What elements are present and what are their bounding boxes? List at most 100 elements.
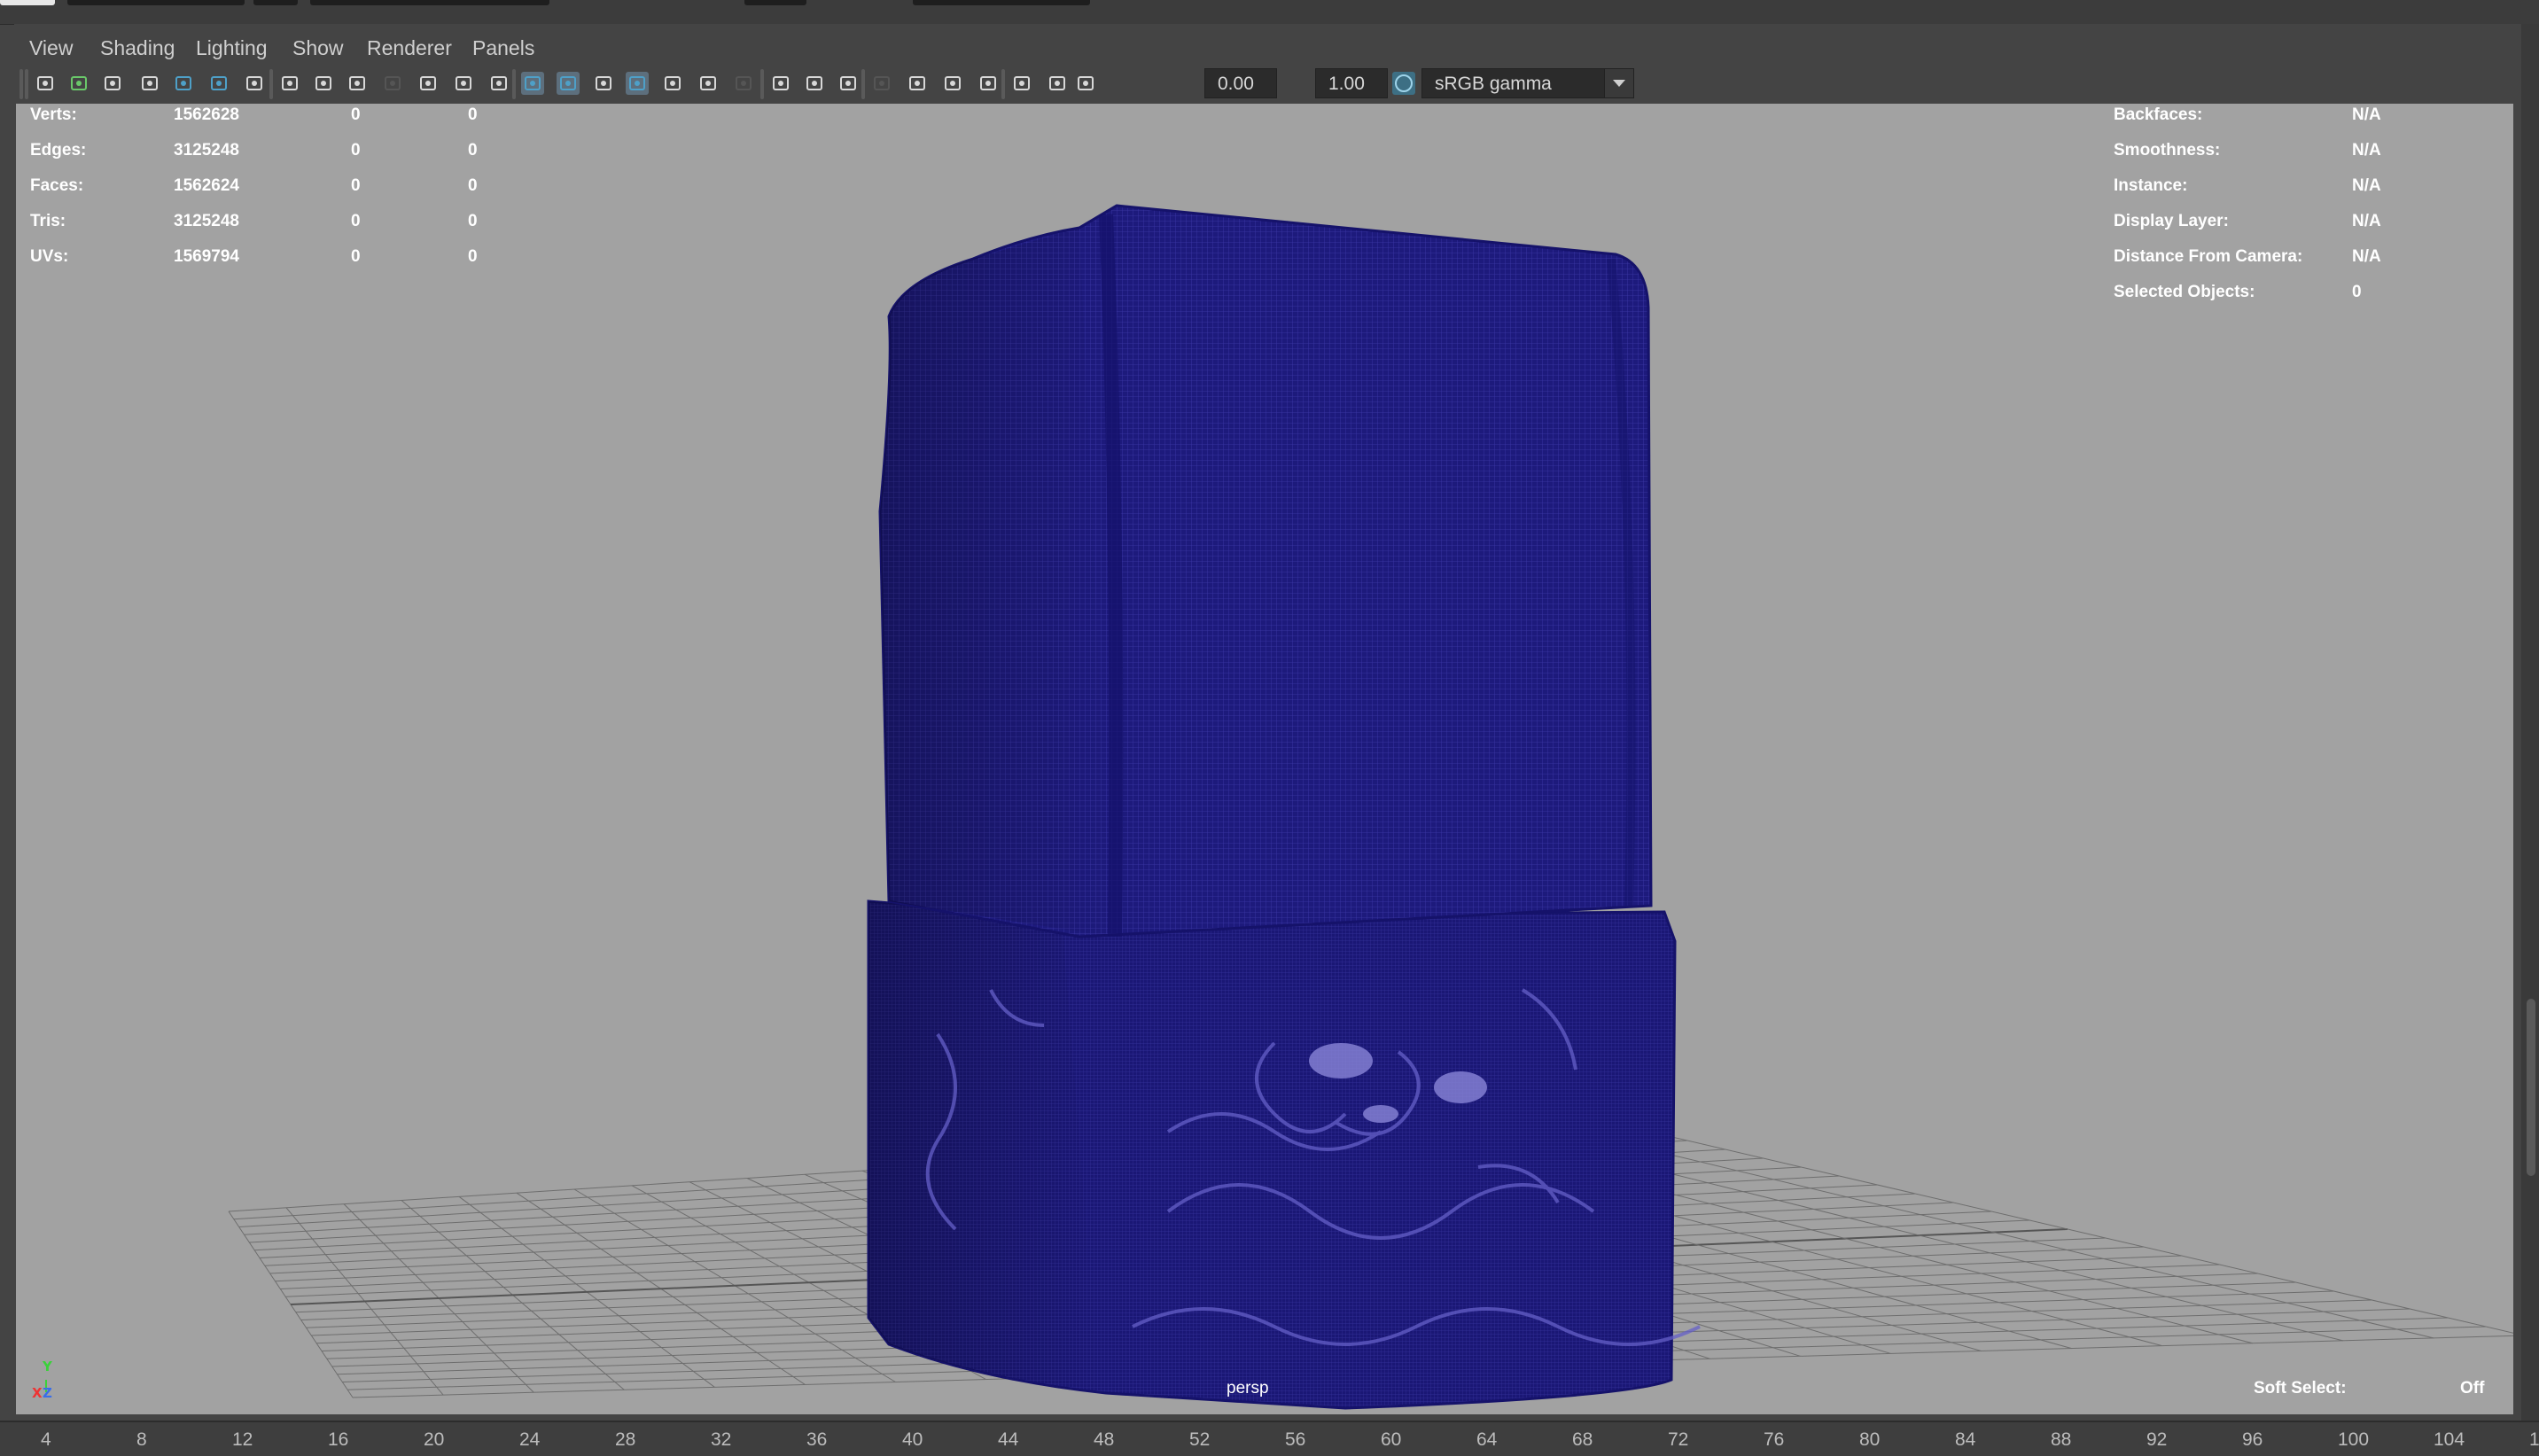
menu-lighting[interactable]: Lighting [196,36,268,60]
lights-icon[interactable] [697,72,720,95]
hud-stat-total: 1569794 [174,247,239,266]
soft-select-value: Off [2460,1379,2485,1398]
hud-stat-triangles: 0 [468,247,478,266]
hud-stat-triangles: 0 [468,141,478,160]
panel-toolbar: 0.00 1.00 sRGB gamma [14,64,2522,105]
grid-line [1553,1125,2434,1339]
timeline-tick-label: 64 [1476,1429,1498,1450]
gate-mask-icon[interactable] [381,72,404,95]
image-plane-icon[interactable] [172,72,195,95]
colorspace-dropdown[interactable]: sRGB gamma [1421,68,1625,98]
antialiasing-icon[interactable] [837,72,860,95]
smooth-shade-icon[interactable] [557,72,580,95]
hud-stat-selected: 0 [351,212,361,230]
gamma-field[interactable]: 1.00 [1315,68,1388,98]
hud-stat-selected: 0 [351,141,361,160]
backface-culling-icon[interactable] [1010,72,1033,95]
menu-view[interactable]: View [29,36,73,60]
timeline-tick-label: 20 [424,1429,445,1450]
status-field[interactable] [253,0,298,5]
hud-info-value: N/A [2352,105,2381,124]
hud-stat-selected: 0 [351,247,361,266]
hud-stat-selected: 0 [351,105,361,124]
right-scrollbar[interactable] [2521,24,2539,1424]
status-field[interactable] [913,0,1090,5]
hud-info-value: N/A [2352,176,2381,195]
shadows-icon[interactable] [732,72,755,95]
menu-panels[interactable]: Panels [472,36,534,60]
xray-joints-icon[interactable] [941,72,964,95]
status-field[interactable] [67,0,245,5]
status-field[interactable] [310,0,549,5]
lock-camera-icon[interactable] [67,72,90,95]
viewport-persp[interactable]: Verts: 1562628 0 0 Edges: 3125248 0 0 Faces: 1562… [16,104,2513,1414]
menu-show[interactable]: Show [292,36,344,60]
camera-icon[interactable] [34,72,57,95]
camera-attributes-icon[interactable] [101,72,124,95]
hud-info-label: Backfaces: [2114,105,2203,124]
menu-renderer[interactable]: Renderer [367,36,452,60]
hud-info-label: Instance: [2114,176,2188,195]
mesh-object[interactable] [867,204,1701,1410]
grid-icon[interactable] [278,72,301,95]
xray-active-icon[interactable] [977,72,1000,95]
status-field[interactable] [744,0,806,5]
axis-y-label: Y [43,1359,52,1374]
status-field[interactable] [0,0,55,5]
hud-info-value: 0 [2352,283,2362,301]
hud-stat-label: UVs: [30,247,69,266]
grease-pencil-icon[interactable] [243,72,266,95]
film-gate-icon[interactable] [312,72,335,95]
hud-info-value: N/A [2352,247,2381,266]
menu-shading[interactable]: Shading [100,36,175,60]
wireframe-on-shaded-icon[interactable] [592,72,615,95]
hud-stat-triangles: 0 [468,212,478,230]
safe-action-icon[interactable] [452,72,475,95]
timeline-tick-label: 28 [615,1429,636,1450]
dropdown-arrow-icon[interactable] [1604,68,1634,98]
camera-name-label: persp [1227,1379,1269,1398]
timeline-tick-label: 16 [328,1429,349,1450]
hud-info-label: Distance From Camera: [2114,247,2303,266]
isolate-select-icon[interactable] [906,72,929,95]
axis-z-label: Z [43,1385,52,1401]
timeline-tick-label: 4 [41,1429,51,1450]
gamma-icon[interactable] [1074,72,1097,95]
xray-icon[interactable] [661,72,684,95]
time-slider[interactable]: 4 8 12 16 20 24 28 32 36 40 44 48 52 56 60 64 68 72 76 80 84… [0,1421,2539,1456]
toolbar-separator [760,69,764,99]
motion-blur-icon[interactable] [803,72,826,95]
toolbar-separator [269,69,273,99]
exposure-field[interactable]: 0.00 [1204,68,1277,98]
toolbar-separator [25,69,28,99]
2d-pan-zoom-icon[interactable] [207,72,230,95]
view-axis-gizmo: Y X Z [30,1353,83,1406]
toolbar-separator [512,69,516,99]
color-management-icon[interactable] [1392,72,1415,95]
timeline-tick-label: 12 [232,1429,253,1450]
timeline-tick-label: 80 [1859,1429,1881,1450]
hud-stat-total: 1562628 [174,105,239,124]
timeline-tick-label: 56 [1285,1429,1306,1450]
timeline-tick-label: 52 [1189,1429,1211,1450]
wireframe-icon[interactable] [521,72,544,95]
status-line [0,0,2539,25]
soft-select-label: Soft Select: [2254,1379,2347,1398]
field-chart-icon[interactable] [417,72,440,95]
hud-stat-total: 1562624 [174,176,239,195]
exposure-icon[interactable] [1046,72,1069,95]
bookmark-icon[interactable] [138,72,161,95]
safe-title-icon[interactable] [487,72,510,95]
timeline-tick-label: 92 [2146,1429,2168,1450]
axis-x-label: X [32,1385,43,1401]
depth-of-field-icon[interactable] [870,72,893,95]
resolution-gate-icon[interactable] [346,72,369,95]
timeline-tick-label: 104 [2434,1429,2465,1450]
timeline-tick-label: 48 [1094,1429,1115,1450]
ambient-occlusion-icon[interactable] [769,72,792,95]
hud-stat-label: Edges: [30,141,87,160]
scrollbar-thumb[interactable] [2527,999,2535,1176]
default-material-icon[interactable] [626,72,649,95]
timeline-tick-label: 100 [2338,1429,2370,1450]
hud-stat-triangles: 0 [468,105,478,124]
